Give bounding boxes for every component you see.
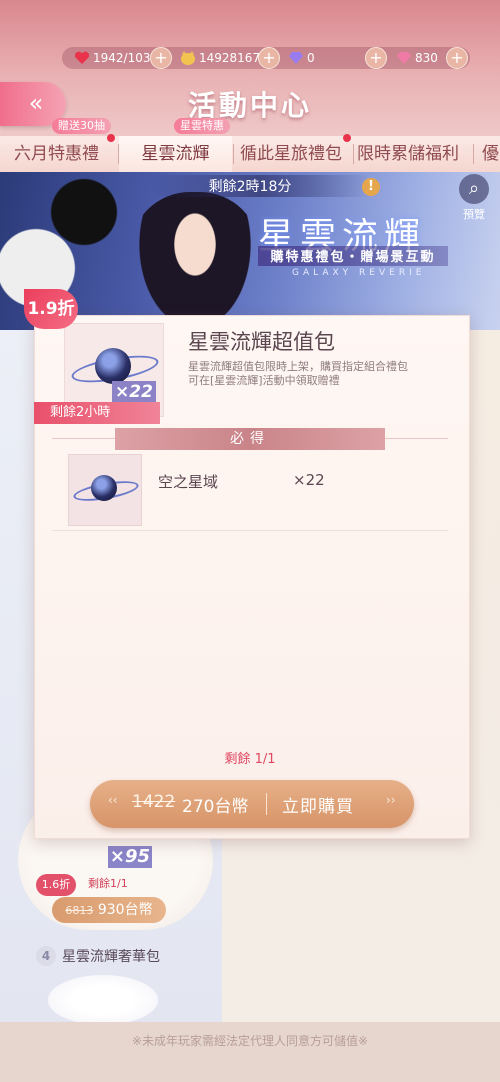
heart-icon: [74, 51, 90, 65]
chevron-right-icon: ››: [386, 793, 396, 807]
tab-nebula[interactable]: 星雲流輝: [119, 136, 232, 172]
preview-button[interactable]: ⌕ 預覽: [454, 174, 494, 221]
footer-notice: ※未成年玩家需經法定代理人同意方可儲值※: [0, 1022, 500, 1082]
discount-badge: 1.9折: [24, 289, 78, 329]
guaranteed-label: 必得: [115, 428, 385, 450]
package-price-button[interactable]: 6813 930台幣: [52, 897, 166, 923]
stamina-value: 1942/103: [93, 51, 151, 65]
purchase-remaining: 剩餘 1/1: [224, 752, 276, 767]
tab-june-offer[interactable]: 六月特惠禮: [14, 136, 118, 172]
add-star-gem-button[interactable]: +: [446, 47, 468, 69]
banner-character: [130, 192, 260, 330]
buy-now-label: 立即購買: [282, 797, 354, 817]
package-number: 4: [36, 946, 56, 966]
tab-badge: 贈送30抽: [52, 118, 111, 134]
add-gold-button[interactable]: +: [258, 47, 280, 69]
reward-item-qty: ×22: [293, 471, 325, 489]
add-stamina-button[interactable]: +: [150, 47, 172, 69]
planet-icon: [91, 475, 117, 501]
chevron-left-icon: ‹‹: [108, 793, 118, 807]
package-remaining: 剩餘1/1: [88, 877, 128, 890]
button-divider: [266, 793, 267, 815]
pink-diamond-icon: [396, 51, 412, 65]
stamina-display: 1942/103: [74, 47, 151, 69]
tab-divider: [473, 144, 474, 164]
event-timer: 剩餘2時18分: [208, 179, 292, 195]
product-description: 星雲流輝超值包限時上架，購買指定組合禮包可在[星雲流輝]活動中領取贈禮: [188, 360, 408, 387]
tab-limited-deposit[interactable]: 限時累儲福利: [357, 136, 469, 172]
tab-bar: 六月特惠禮 星雲流輝 循此星旅禮包 限時累儲福利 優: [0, 134, 500, 172]
tab-more[interactable]: 優: [482, 136, 500, 172]
new-price: 270台幣: [182, 797, 249, 817]
package-qty-tag: ×95: [108, 846, 152, 868]
divider-line: [52, 530, 448, 531]
add-diamond-button[interactable]: +: [365, 47, 387, 69]
diamond-display: 0: [288, 47, 315, 69]
banner-subtitle: 購特惠禮包・贈場景互動: [258, 246, 448, 266]
planet-icon: [95, 348, 131, 384]
package-discount-badge: 1.6折: [36, 874, 76, 896]
banner-english-title: GALAXY REVERIE: [292, 268, 426, 278]
gold-display: 14928167: [180, 47, 260, 69]
tab-notification-dot: [343, 134, 351, 142]
magnifier-icon: ⌕: [459, 174, 489, 204]
diamond-value: 0: [307, 51, 315, 65]
package-planet-image: [48, 975, 158, 1025]
package-old-price: 6813: [65, 904, 94, 917]
tab-notification-dot: [107, 134, 115, 142]
package-new-price: 930台幣: [97, 902, 153, 918]
reward-item-image[interactable]: [68, 454, 142, 526]
reward-item-name: 空之星域: [158, 473, 219, 491]
cat-coin-icon: [180, 51, 196, 65]
package-name[interactable]: 星雲流輝奢華包: [62, 946, 160, 966]
tab-badge: 星雲特惠: [174, 118, 230, 134]
time-left-ribbon: 剩餘2小時: [34, 402, 160, 424]
preview-label: 預覽: [463, 208, 485, 221]
buy-now-button[interactable]: ‹‹ 1422 270台幣 立即購買 ››: [90, 780, 414, 828]
tab-star-journey[interactable]: 循此星旅禮包: [240, 136, 352, 172]
purple-diamond-icon: [288, 51, 304, 65]
star-gem-value: 830: [415, 51, 438, 65]
info-icon[interactable]: !: [362, 178, 380, 196]
product-qty-tag: ×22: [112, 381, 156, 403]
gold-value: 14928167: [199, 51, 261, 65]
product-title: 星雲流輝超值包: [188, 330, 335, 354]
old-price: 1422: [132, 792, 176, 812]
tab-divider: [233, 144, 234, 164]
tab-divider: [353, 144, 354, 164]
star-gem-display: 830: [396, 47, 438, 69]
